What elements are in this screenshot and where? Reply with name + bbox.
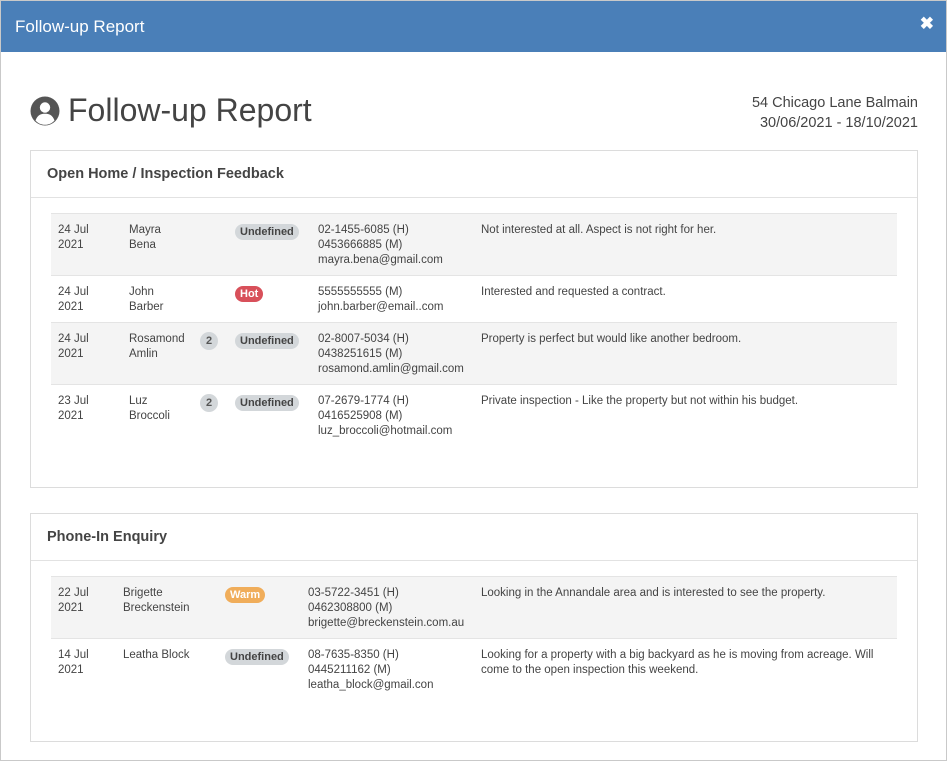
- close-icon[interactable]: ✖: [920, 15, 934, 32]
- status-badge: Undefined: [235, 224, 299, 240]
- row-date: 23 Jul 2021: [58, 395, 89, 422]
- row-count: 2: [200, 332, 218, 350]
- row-feedback: Interested and requested a contract.: [481, 286, 666, 298]
- row-feedback: Looking in the Annandale area and is int…: [481, 587, 826, 599]
- row-status: Undefined: [235, 395, 299, 411]
- section-title: Phone-In Enquiry: [31, 514, 917, 561]
- status-badge: Undefined: [235, 333, 299, 349]
- row-contact: 03-5722-3451 (H) 0462308800 (M) brigette@b…: [308, 587, 465, 629]
- row-contact: 08-7635-8350 (H) 0445211162 (M) leatha_blo…: [308, 649, 434, 691]
- row-count: 2: [200, 394, 218, 412]
- row-contact: 02-1455-6085 (H) 0453666885 (M) mayra.bena…: [318, 224, 443, 266]
- modal-header: Follow-up Report ✖: [1, 1, 946, 52]
- date-range: 30/06/2021 - 18/10/2021: [759, 115, 918, 131]
- section-title: Open Home / Inspection Feedback: [31, 151, 917, 198]
- section-body: 24 Jul 2021 Mayra Bena Undefined 02-1455-6…: [31, 198, 917, 446]
- section-body: 22 Jul 2021 Brigette Breckenstein Warm 03-…: [31, 561, 917, 700]
- row-feedback: Looking for a property with a big backya…: [481, 649, 874, 676]
- enquiry-count-badge: 2: [200, 394, 218, 412]
- row-date: 14 Jul 2021: [58, 649, 89, 676]
- table-row: 24 Jul 2021 Rosamond Amlin 2 Undefined 02-…: [51, 322, 897, 384]
- row-status: Hot: [235, 286, 264, 302]
- row-name: Rosamond Amlin: [129, 333, 185, 360]
- row-name: Luz Broccoli: [129, 395, 170, 422]
- row-date: 24 Jul 2021: [58, 333, 89, 360]
- row-name: Brigette Breckenstein: [123, 587, 190, 614]
- status-badge: Undefined: [235, 395, 299, 411]
- table-row: 24 Jul 2021 John Barber Hot 5555555555 (M)…: [51, 275, 897, 322]
- row-date: 24 Jul 2021: [58, 286, 89, 313]
- report-title-text: Follow-up Report: [68, 92, 312, 128]
- row-status: Undefined: [225, 649, 289, 665]
- enquiry-count-badge: 2: [200, 332, 218, 350]
- table-row: 22 Jul 2021 Brigette Breckenstein Warm 03-…: [51, 576, 897, 638]
- row-date: 22 Jul 2021: [58, 587, 89, 614]
- user-circle-icon: [30, 96, 60, 125]
- property-address: 54 Chicago Lane Balmain: [751, 95, 918, 111]
- table-row: 14 Jul 2021 Leatha Block Undefined 08-763…: [51, 638, 897, 700]
- row-status: Undefined: [235, 224, 299, 240]
- section-phone-in-enquiry: Phone-In Enquiry 22 Jul 2021 Brigette Brec…: [30, 513, 918, 742]
- report-meta: 54 Chicago Lane Balmain 30/06/2021 - 18/…: [752, 93, 918, 133]
- table-row: 23 Jul 2021 Luz Broccoli 2 Undefined 07-26…: [51, 384, 897, 446]
- row-name: John Barber: [129, 286, 164, 313]
- row-contact: 02-8007-5034 (H) 0438251615 (M) rosamond.a…: [318, 333, 464, 375]
- row-contact: 07-2679-1774 (H) 0416525908 (M) luz_brocco…: [318, 395, 453, 437]
- row-date: 24 Jul 2021: [58, 224, 89, 251]
- row-status: Warm: [225, 587, 266, 603]
- row-contact: 5555555555 (M) john.barber@email..com: [318, 286, 444, 313]
- modal-title: Follow-up Report: [15, 16, 145, 36]
- section-open-home-feedback: Open Home / Inspection Feedback 24 Jul 20…: [30, 150, 918, 488]
- status-badge: Hot: [235, 286, 264, 302]
- row-status: Undefined: [235, 333, 299, 349]
- row-name: Mayra Bena: [129, 224, 161, 251]
- row-name: Leatha Block: [123, 649, 190, 661]
- table-row: 24 Jul 2021 Mayra Bena Undefined 02-1455-6…: [51, 213, 897, 275]
- status-badge: Warm: [225, 587, 266, 603]
- report-header: Follow-up Report 54 Chicago Lane Balmain…: [1, 52, 946, 151]
- row-feedback: Property is perfect but would like anoth…: [481, 333, 742, 345]
- follow-up-report-modal: Follow-up Report ✖ Follow-up Report 54 C…: [0, 0, 947, 761]
- row-feedback: Private inspection - Like the property b…: [481, 395, 799, 407]
- row-feedback: Not interested at all. Aspect is not rig…: [481, 224, 717, 236]
- report-title: Follow-up Report: [30, 92, 312, 129]
- status-badge: Undefined: [225, 649, 289, 665]
